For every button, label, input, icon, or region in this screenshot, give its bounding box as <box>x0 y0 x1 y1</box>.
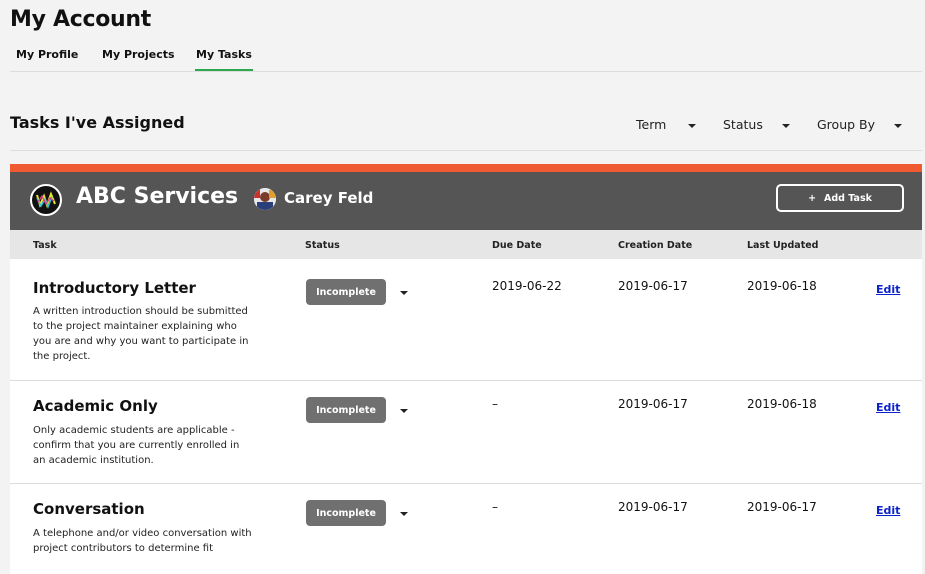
group-by-chevron-down-icon[interactable] <box>894 124 902 128</box>
due-date: – <box>492 397 498 411</box>
section-title: Tasks I've Assigned <box>10 113 185 132</box>
status-chevron-down-icon[interactable] <box>782 124 790 128</box>
term-filter-label: Term <box>636 117 667 132</box>
group-by-filter[interactable]: Group By <box>817 117 875 132</box>
group-by-filter-label: Group By <box>817 117 876 132</box>
status-chevron-down-icon[interactable] <box>400 291 408 295</box>
creation-date: 2019-06-17 <box>618 397 688 411</box>
avatar <box>254 188 276 210</box>
page-title: My Account <box>10 7 151 32</box>
task-description: A telephone and/or video conversation wi… <box>33 526 263 556</box>
task-name: Conversation <box>33 500 145 518</box>
edit-link[interactable]: Edit <box>876 283 900 296</box>
assignee-name: Carey Feld <box>284 189 374 207</box>
status-chevron-down-icon[interactable] <box>400 512 408 516</box>
card-accent-bar <box>10 164 922 172</box>
status-filter[interactable]: Status <box>723 117 763 132</box>
edit-link[interactable]: Edit <box>876 504 900 517</box>
edit-link[interactable]: Edit <box>876 401 900 414</box>
last-updated: 2019-06-18 <box>747 397 817 411</box>
add-task-button[interactable]: + Add Task <box>776 184 904 212</box>
task-description-line: project contributors to determine fit <box>33 543 214 554</box>
account-tabs: My Profile My Projects My Tasks <box>10 44 922 72</box>
status-dropdown[interactable]: Incomplete <box>306 279 386 305</box>
project-task-card: ABC Services Carey Feld + Add Task Task … <box>10 164 922 574</box>
section-divider <box>10 150 922 151</box>
tab-my-profile[interactable]: My Profile <box>15 48 79 69</box>
due-date: – <box>492 500 498 514</box>
status-dropdown[interactable]: Incomplete <box>306 397 386 423</box>
last-updated: 2019-06-18 <box>747 279 817 293</box>
org-logo-icon <box>30 184 62 216</box>
task-description-line: you are and why you want to participate … <box>33 336 249 347</box>
status-filter-label: Status <box>723 117 763 132</box>
task-description-line: an academic institution. <box>33 455 154 466</box>
plus-icon: + <box>808 192 817 204</box>
column-header-last-updated: Last Updated <box>747 240 819 251</box>
task-description-line: A written introduction should be submitt… <box>33 306 248 317</box>
term-chevron-down-icon[interactable] <box>688 124 696 128</box>
table-row: Introductory Letter A written introducti… <box>10 259 922 381</box>
task-name: Academic Only <box>33 397 158 415</box>
status-chevron-down-icon[interactable] <box>400 409 408 413</box>
term-filter[interactable]: Term <box>636 117 666 132</box>
creation-date: 2019-06-17 <box>618 279 688 293</box>
org-name: ABC Services <box>76 184 239 209</box>
table-header: Task Status Due Date Creation Date Last … <box>10 230 922 259</box>
column-header-task: Task <box>33 240 57 251</box>
due-date: 2019-06-22 <box>492 279 562 293</box>
column-header-due-date: Due Date <box>492 240 542 251</box>
card-header: ABC Services Carey Feld + Add Task <box>10 172 922 230</box>
creation-date: 2019-06-17 <box>618 500 688 514</box>
add-task-label: Add Task <box>824 192 872 204</box>
task-name: Introductory Letter <box>33 279 196 297</box>
task-description: Only academic students are applicable - … <box>33 423 263 468</box>
task-description-line: confirm that you are currently enrolled … <box>33 440 240 451</box>
last-updated: 2019-06-17 <box>747 500 817 514</box>
task-description: A written introduction should be submitt… <box>33 304 263 364</box>
task-description-line: A telephone and/or video conversation wi… <box>33 528 252 539</box>
task-description-line: the project. <box>33 351 91 362</box>
column-header-creation-date: Creation Date <box>618 240 693 251</box>
column-header-status: Status <box>305 240 340 251</box>
tab-my-projects[interactable]: My Projects <box>101 48 176 69</box>
task-description-line: to the project maintainer explaining who <box>33 321 237 332</box>
status-dropdown[interactable]: Incomplete <box>306 500 386 526</box>
table-row: Conversation A telephone and/or video co… <box>10 484 922 574</box>
task-description-line: Only academic students are applicable - <box>33 425 235 436</box>
tab-my-tasks[interactable]: My Tasks <box>195 48 253 71</box>
table-row: Academic Only Only academic students are… <box>10 381 922 484</box>
